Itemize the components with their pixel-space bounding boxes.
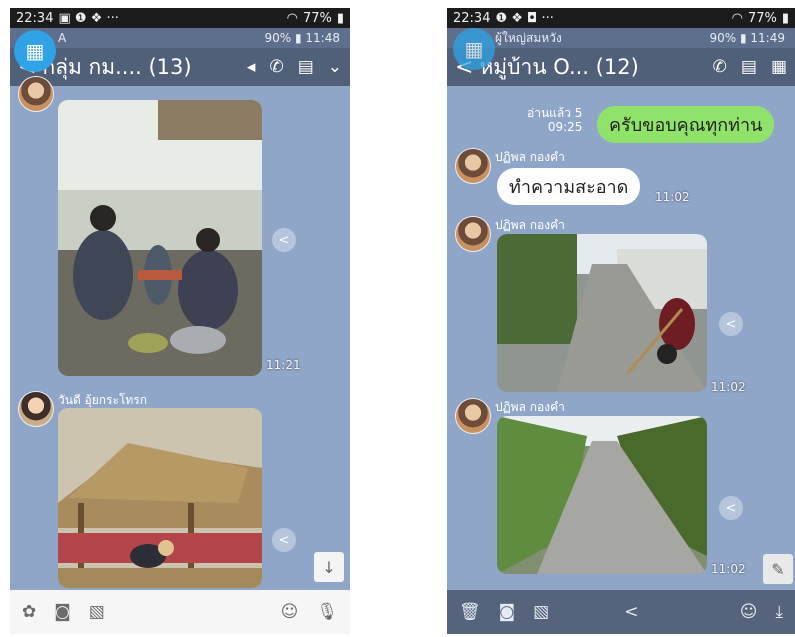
avatar[interactable] [455,398,491,434]
share-icon[interactable]: < [272,528,296,552]
photo-message[interactable] [497,234,707,392]
notes-icon[interactable]: ▤ [298,57,314,77]
my-message-bubble[interactable]: ครับขอบคุณทุกท่าน [597,106,775,143]
share-icon[interactable]: < [719,312,743,336]
right-phone-screen: 22:34 ❶ ❖ ◘ ··· ◠ 77% ▮ ผู้ใหญ่สมหวัง 90… [447,8,795,634]
chat-header: < กลุ่ม กม.... (13) ◂ ✆ ▤ ⌄ [10,48,350,86]
notification-icons: ▣ ❶ ❖ ··· [58,10,119,26]
sticker-icon[interactable]: ✿ [22,602,36,622]
notification-icons: ❶ ❖ ◘ ··· [495,10,554,26]
apps-grid-button[interactable]: ▦ [14,30,56,72]
sender-name: ปฏิพล กองคำ [495,400,565,414]
chevron-down-icon[interactable]: ⌄ [328,57,342,77]
read-time: 09:25 [547,120,583,134]
sender-name: ปฏิพล กองคำ [495,150,565,164]
avatar[interactable] [455,148,491,184]
scroll-down-button[interactable]: ↓ [314,552,344,582]
message-time: 11:02 [711,380,746,394]
message-time: 11:02 [655,190,690,204]
camera-icon[interactable]: ◙ [54,602,71,622]
read-receipt: อ่านแล้ว 5 09:25 [527,106,582,134]
wifi-icon: ◠ [286,10,298,26]
grid-menu-icon[interactable]: ▦ [771,57,787,77]
chat-title[interactable]: หมู่บ้าน O... (12) [479,51,698,84]
battery-percent: 77% [747,10,777,26]
avatar[interactable] [18,391,54,427]
battery-icon: ▮ [336,10,344,26]
overlay-status-right: 90% ▮ 11:49 [709,31,786,45]
photo-people-eating [58,100,262,376]
share-icon[interactable]: < [272,228,296,252]
phone-icon[interactable]: ✆ [713,57,727,77]
delete-icon[interactable]: 🗑 [459,602,481,622]
photo-country-road [497,416,707,574]
left-phone-screen: 22:34 ▣ ❶ ❖ ··· ◠ 77% ▮ A 90% ▮ 11:48 < … [10,8,350,634]
overlay-status-bar: A 90% ▮ 11:48 [10,28,350,48]
chat-header: < หมู่บ้าน O... (12) ✆ ▤ ▦ [447,48,795,86]
selection-toolbar: 🗑 ◙ ▧ < ☺ ⤓ [447,590,795,634]
gallery-icon[interactable]: ▧ [89,602,105,622]
photo-thatched-hut [58,408,262,588]
photo-message[interactable] [58,100,262,376]
share-icon[interactable]: < [624,602,638,622]
status-bar: 22:34 ❶ ❖ ◘ ··· ◠ 77% ▮ [447,8,795,28]
share-icon[interactable]: < [719,496,743,520]
photo-message[interactable] [58,408,262,588]
overlay-status-bar: ผู้ใหญ่สมหวัง 90% ▮ 11:49 [447,28,795,48]
read-count: อ่านแล้ว 5 [527,106,583,120]
chat-area[interactable]: อ่านแล้ว 5 09:25 ครับขอบคุณทุกท่าน ปฏิพล… [447,86,795,590]
notes-icon[interactable]: ▤ [741,57,757,77]
phone-icon[interactable]: ✆ [269,57,283,77]
gallery-icon[interactable]: ▧ [533,602,549,622]
microphone-icon[interactable]: 🎙 [316,602,338,622]
download-icon[interactable]: ⤓ [775,602,783,622]
photo-road-with-motorbike [497,234,707,392]
status-time: 22:34 [16,10,54,26]
edit-icon[interactable]: ✎ [763,554,793,584]
photo-message[interactable] [497,416,707,574]
status-bar: 22:34 ▣ ❶ ❖ ··· ◠ 77% ▮ [10,8,350,28]
overlay-label: ผู้ใหญ่สมหวัง [495,30,562,45]
battery-percent: 77% [302,10,332,26]
overlay-label: A [58,31,67,45]
apps-grid-button[interactable]: ▦ [453,28,495,70]
input-toolbar: ✿ ◙ ▧ ☺ 🎙 [10,590,350,634]
status-time: 22:34 [453,10,491,26]
chat-area[interactable]: < 11:21 วันดี อุ้ยกระโทรก < ↓ [10,76,350,590]
mute-icon[interactable]: ◂ [247,57,256,77]
emoji-icon[interactable]: ☺ [281,602,299,622]
overlay-status-right: 90% ▮ 11:48 [264,31,341,45]
message-time: 11:02 [711,562,746,576]
chat-title[interactable]: กลุ่ม กม.... (13) [42,51,232,84]
emoji-icon[interactable]: ☺ [740,602,758,622]
avatar[interactable] [18,76,54,112]
wifi-icon: ◠ [731,10,743,26]
text-message-bubble[interactable]: ทำความสะอาด [497,168,641,205]
sender-name: ปฏิพล กองคำ [495,218,565,232]
battery-icon: ▮ [781,10,789,26]
avatar[interactable] [455,216,491,252]
camera-icon[interactable]: ◙ [499,602,516,622]
message-time: 11:21 [266,358,301,372]
